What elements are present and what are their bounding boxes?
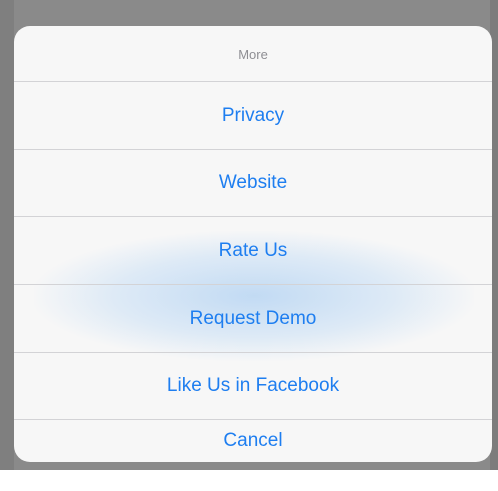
backdrop-bottom-edge [0,470,498,491]
privacy-button[interactable]: Privacy [14,82,492,149]
website-button[interactable]: Website [14,150,492,216]
sheet-title: More [238,46,268,62]
cancel-button[interactable]: Cancel [14,420,492,462]
like-us-facebook-button[interactable]: Like Us in Facebook [14,353,492,419]
action-sheet: More Privacy Website Rate Us Request Dem… [14,26,492,462]
backdrop-left-edge [0,0,14,470]
request-demo-button[interactable]: Request Demo [14,285,492,352]
rate-us-button[interactable]: Rate Us [14,217,492,284]
